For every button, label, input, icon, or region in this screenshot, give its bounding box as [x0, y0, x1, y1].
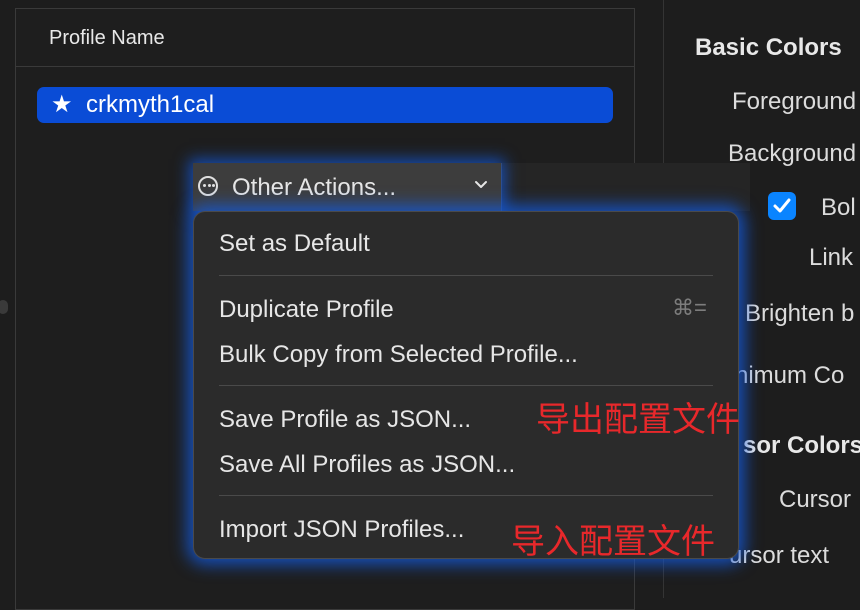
- menu-item-duplicate-profile[interactable]: Duplicate Profile: [219, 296, 394, 324]
- minimum-contrast-label: nimum Co: [735, 362, 845, 389]
- other-actions-button[interactable]: Other Actions...: [193, 163, 501, 211]
- menu-item-save-all-profiles-json[interactable]: Save All Profiles as JSON...: [219, 451, 515, 479]
- checkmark-icon: [773, 198, 791, 213]
- duplicate-shortcut: ⌘=: [672, 295, 707, 320]
- menu-item-import-json-profiles[interactable]: Import JSON Profiles...: [219, 516, 464, 544]
- import-annotation: 导入配置文件: [511, 522, 715, 562]
- menu-item-bulk-copy[interactable]: Bulk Copy from Selected Profile...: [219, 341, 578, 369]
- resize-handle[interactable]: [0, 300, 8, 314]
- bold-checkbox[interactable]: [768, 192, 796, 220]
- profile-list-header: Profile Name: [16, 9, 634, 67]
- toolbar-button-strip: [501, 163, 750, 211]
- profile-name-column-header[interactable]: Profile Name: [49, 27, 165, 50]
- link-label: Link: [809, 244, 854, 271]
- brighten-label: Brighten b: [745, 300, 855, 327]
- menu-separator: [219, 495, 713, 496]
- menu-separator: [219, 275, 713, 276]
- export-annotation: 导出配置文件: [536, 400, 740, 440]
- other-actions-menu: Set as Default Duplicate Profile ⌘= Bulk…: [193, 211, 739, 559]
- menu-item-set-as-default[interactable]: Set as Default: [219, 230, 370, 258]
- menu-separator: [219, 385, 713, 386]
- profile-name: crkmyth1cal: [86, 91, 215, 118]
- cursor-text-label: ursor text: [729, 542, 830, 569]
- bold-label: Bol: [821, 194, 856, 221]
- basic-colors-heading: Basic Colors: [695, 34, 842, 61]
- other-actions-label: Other Actions...: [232, 174, 397, 201]
- profile-row-selected[interactable]: ★ crkmyth1cal: [37, 87, 613, 123]
- ellipsis-circle-icon: [198, 176, 218, 196]
- menu-item-save-profile-json[interactable]: Save Profile as JSON...: [219, 406, 471, 434]
- foreground-label: Foreground: [732, 88, 857, 115]
- cursor-colors-heading: sor Colors: [743, 432, 860, 459]
- chevron-down-icon: [475, 181, 487, 188]
- default-star-icon: ★: [51, 91, 73, 118]
- cursor-label: Cursor: [779, 486, 852, 513]
